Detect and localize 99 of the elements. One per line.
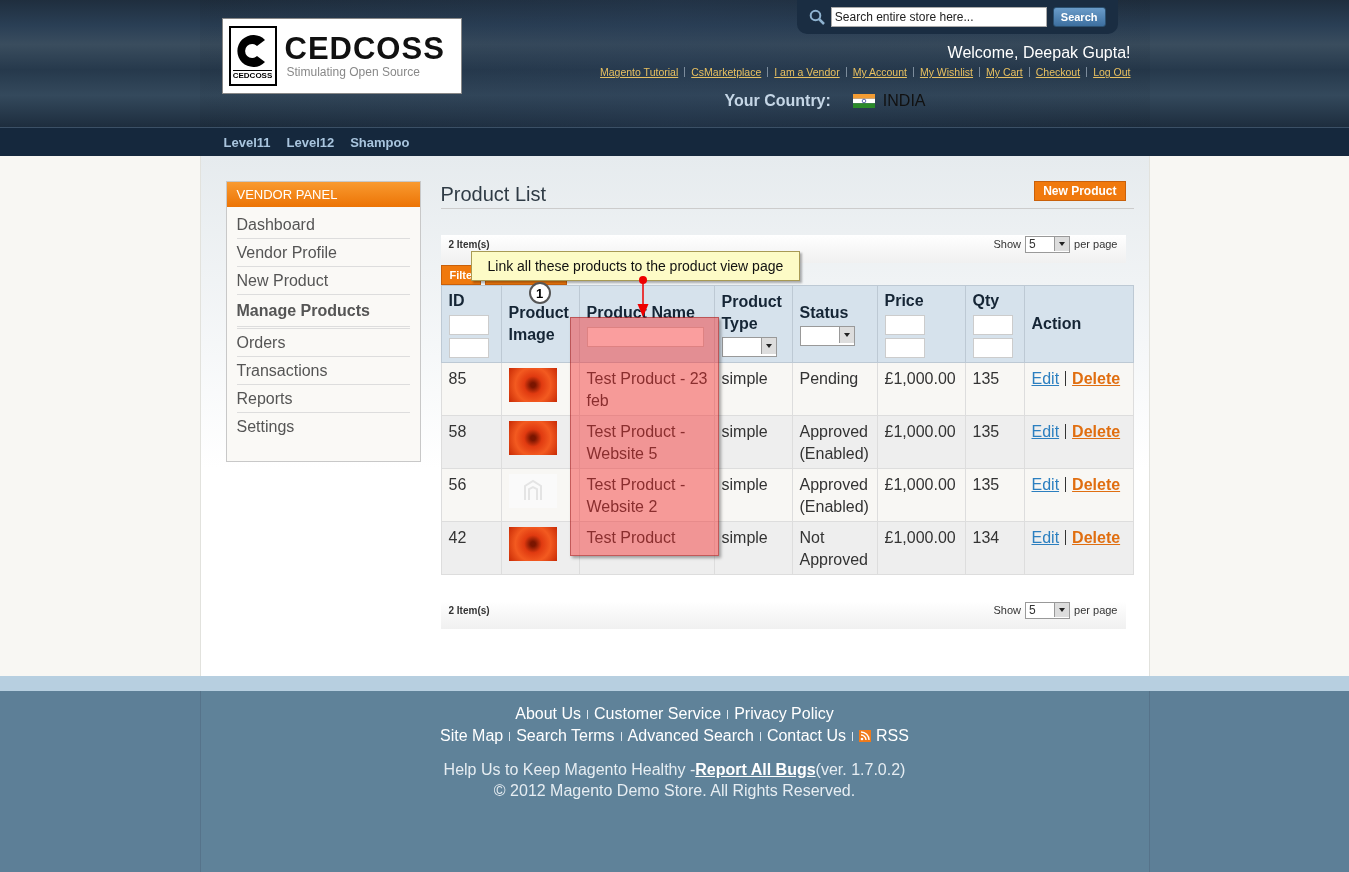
footer-link[interactable]: Advanced Search xyxy=(627,725,754,747)
table-cell: simple xyxy=(714,521,792,575)
welcome-message: Welcome, Deepak Gupta! xyxy=(947,44,1131,62)
show-label: Show xyxy=(993,238,1022,250)
footer-link[interactable]: Contact Us xyxy=(766,725,847,747)
edit-link[interactable]: Edit xyxy=(1031,529,1060,546)
table-cell: 58 xyxy=(441,415,501,469)
column-label: Qty xyxy=(972,291,1000,311)
report-bugs-link[interactable]: Report All Bugs xyxy=(695,761,816,778)
table-cell: £1,000.00 xyxy=(877,415,965,469)
column-label: Price xyxy=(884,291,924,311)
edit-link[interactable]: Edit xyxy=(1031,476,1060,493)
column-label: Product Image xyxy=(508,303,570,345)
sidebar-item[interactable]: Manage Products xyxy=(236,295,410,329)
filter-to-field[interactable] xyxy=(884,338,925,358)
table-cell: Approved (Enabled) xyxy=(792,415,877,469)
sidebar-item[interactable]: Reports xyxy=(236,385,410,413)
country-label: Your Country: xyxy=(724,92,831,110)
table-cell: simple xyxy=(714,362,792,416)
page-title: Product List xyxy=(440,183,547,206)
per-page-select[interactable]: 5 xyxy=(1025,235,1071,253)
header-link[interactable]: Checkout xyxy=(1035,66,1081,78)
sidebar-item[interactable]: Dashboard xyxy=(236,211,410,239)
search-field[interactable]: Search entire store here... xyxy=(830,7,1047,27)
column-label: Product Type xyxy=(721,292,783,334)
table-cell: simple xyxy=(714,415,792,469)
per-page-label: per page xyxy=(1074,238,1118,250)
sidebar-item[interactable]: Vendor Profile xyxy=(236,239,410,267)
footer-link[interactable]: Customer Service xyxy=(594,703,722,725)
table-cell: Test Product xyxy=(579,521,714,575)
edit-link[interactable]: Edit xyxy=(1031,370,1060,387)
filter-field[interactable] xyxy=(586,326,704,347)
search-icon xyxy=(808,9,825,25)
show-label: Show xyxy=(993,604,1022,616)
photo-placeholder xyxy=(508,421,557,455)
footer-link[interactable]: Search Terms xyxy=(516,725,615,747)
header-link[interactable]: My Cart xyxy=(986,66,1023,78)
header-link[interactable]: My Account xyxy=(852,66,907,78)
table-cell: simple xyxy=(714,468,792,522)
per-page-select[interactable]: 5 xyxy=(1025,601,1071,619)
item-count: 2 Item(s) xyxy=(448,604,490,616)
header-link[interactable]: My Wishlist xyxy=(919,66,973,78)
table-cell: Test Product - 23 feb xyxy=(579,362,714,416)
filter-select[interactable] xyxy=(721,337,777,357)
footer-link[interactable]: Privacy Policy xyxy=(734,703,834,725)
nav-link[interactable]: Level12 xyxy=(286,134,335,150)
logo-name: CEDCOSS xyxy=(284,33,445,65)
table-cell: Test Product - Website 5 xyxy=(579,415,714,469)
footer-link[interactable]: RSS xyxy=(876,725,909,747)
logo[interactable]: CEDCOSS CEDCOSS Stimulating Open Source xyxy=(221,18,462,94)
table-cell: £1,000.00 xyxy=(877,362,965,416)
column-label: Action xyxy=(1031,314,1082,334)
edit-link[interactable]: Edit xyxy=(1031,423,1060,440)
sidebar-item[interactable]: New Product xyxy=(236,267,410,295)
logo-mark-text: CEDCOSS xyxy=(232,70,273,80)
table-cell: 135 xyxy=(965,362,1024,416)
photo-placeholder xyxy=(508,368,557,402)
nav-link[interactable]: Level11 xyxy=(223,134,271,150)
table-cell: Not Approved xyxy=(792,521,877,575)
help-text: Help Us to Keep Magento Healthy -Report All Bugs(ver. 1.7.0.2) xyxy=(443,761,906,779)
filter-to-field[interactable] xyxy=(972,338,1013,358)
flag-icon xyxy=(852,94,875,108)
header-link[interactable]: CsMarketplace xyxy=(691,66,762,78)
table-cell: 42 xyxy=(441,521,501,575)
column-label: ID xyxy=(448,291,465,311)
header-link[interactable]: I am a Vendor xyxy=(774,66,840,78)
sidebar-item[interactable]: Transactions xyxy=(236,357,410,385)
annotation-tooltip: Link all these products to the product view page xyxy=(470,251,801,281)
panel-title: VENDOR PANEL xyxy=(226,182,420,207)
copyright-text: © 2012 Magento Demo Store. All Rights Reserved. xyxy=(493,782,856,800)
sidebar-item[interactable]: Orders xyxy=(236,329,410,357)
table-cell: 134 xyxy=(965,521,1024,575)
table-cell: 85 xyxy=(441,362,501,416)
photo-placeholder xyxy=(508,527,557,561)
nav-link[interactable]: Shampoo xyxy=(350,134,410,150)
table-cell: 135 xyxy=(965,415,1024,469)
header-link[interactable]: Magento Tutorial xyxy=(600,66,679,78)
filter-from-field[interactable] xyxy=(884,315,925,335)
table-cell: Test Product - Website 2 xyxy=(579,468,714,522)
item-count: 2 Item(s) xyxy=(448,238,490,250)
logo-tagline: Stimulating Open Source xyxy=(286,65,421,79)
table-cell: Pending xyxy=(792,362,877,416)
per-page-label: per page xyxy=(1074,604,1118,616)
table-cell: Approved (Enabled) xyxy=(792,468,877,522)
table-cell: 56 xyxy=(441,468,501,522)
sidebar-item[interactable]: Settings xyxy=(236,413,410,440)
rss-icon xyxy=(859,730,872,742)
filter-to-field[interactable] xyxy=(448,338,489,358)
column-label: Status xyxy=(799,303,849,323)
search-button[interactable]: Search xyxy=(1052,7,1106,27)
header-link[interactable]: Log Out xyxy=(1093,66,1131,78)
table-cell: 135 xyxy=(965,468,1024,522)
filter-from-field[interactable] xyxy=(972,315,1013,335)
table-cell: £1,000.00 xyxy=(877,468,965,522)
table-cell: £1,000.00 xyxy=(877,521,965,575)
filter-select[interactable] xyxy=(799,326,855,346)
footer-link[interactable]: Site Map xyxy=(440,725,504,747)
filter-from-field[interactable] xyxy=(448,315,489,335)
footer-link[interactable]: About Us xyxy=(515,703,582,725)
